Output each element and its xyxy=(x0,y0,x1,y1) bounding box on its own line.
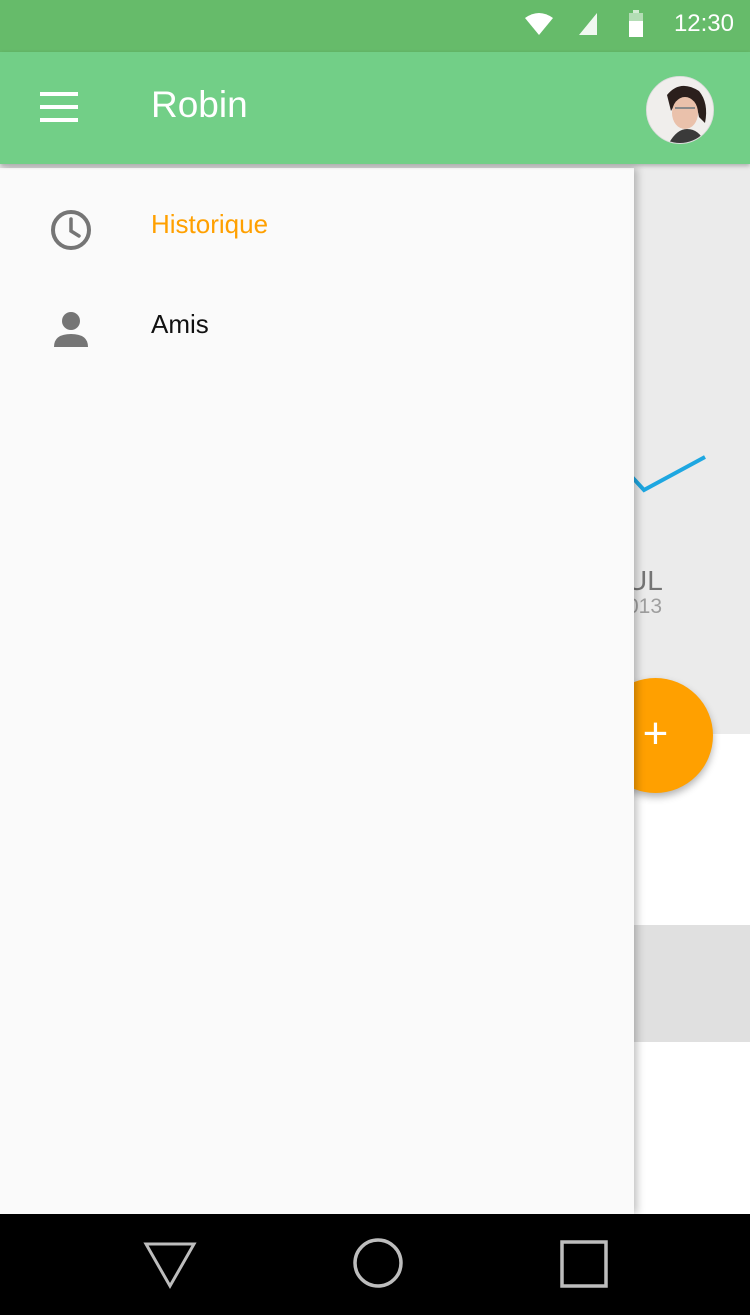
recents-icon[interactable] xyxy=(554,1238,614,1294)
wifi-icon xyxy=(525,13,553,35)
system-nav-bar xyxy=(0,1214,750,1315)
clock-icon xyxy=(51,210,91,250)
status-bar: 12:30 xyxy=(0,0,750,52)
drawer-item-historique[interactable]: Historique xyxy=(0,185,634,285)
back-icon[interactable] xyxy=(140,1238,200,1294)
hamburger-menu-icon[interactable] xyxy=(38,92,80,124)
navigation-drawer: Historique Amis xyxy=(0,168,634,1214)
person-icon xyxy=(54,312,88,347)
app-bar: Robin xyxy=(0,52,750,164)
status-time: 12:30 xyxy=(673,10,734,37)
battery-icon xyxy=(629,10,643,37)
drawer-item-label: Amis xyxy=(151,309,209,339)
page-title: Robin xyxy=(151,84,248,125)
signal-icon xyxy=(579,13,597,35)
drawer-item-amis[interactable]: Amis xyxy=(0,285,634,385)
home-icon[interactable] xyxy=(348,1238,408,1294)
profile-avatar[interactable] xyxy=(646,76,714,144)
drawer-item-label: Historique xyxy=(151,209,269,239)
avatar-image xyxy=(647,77,713,143)
